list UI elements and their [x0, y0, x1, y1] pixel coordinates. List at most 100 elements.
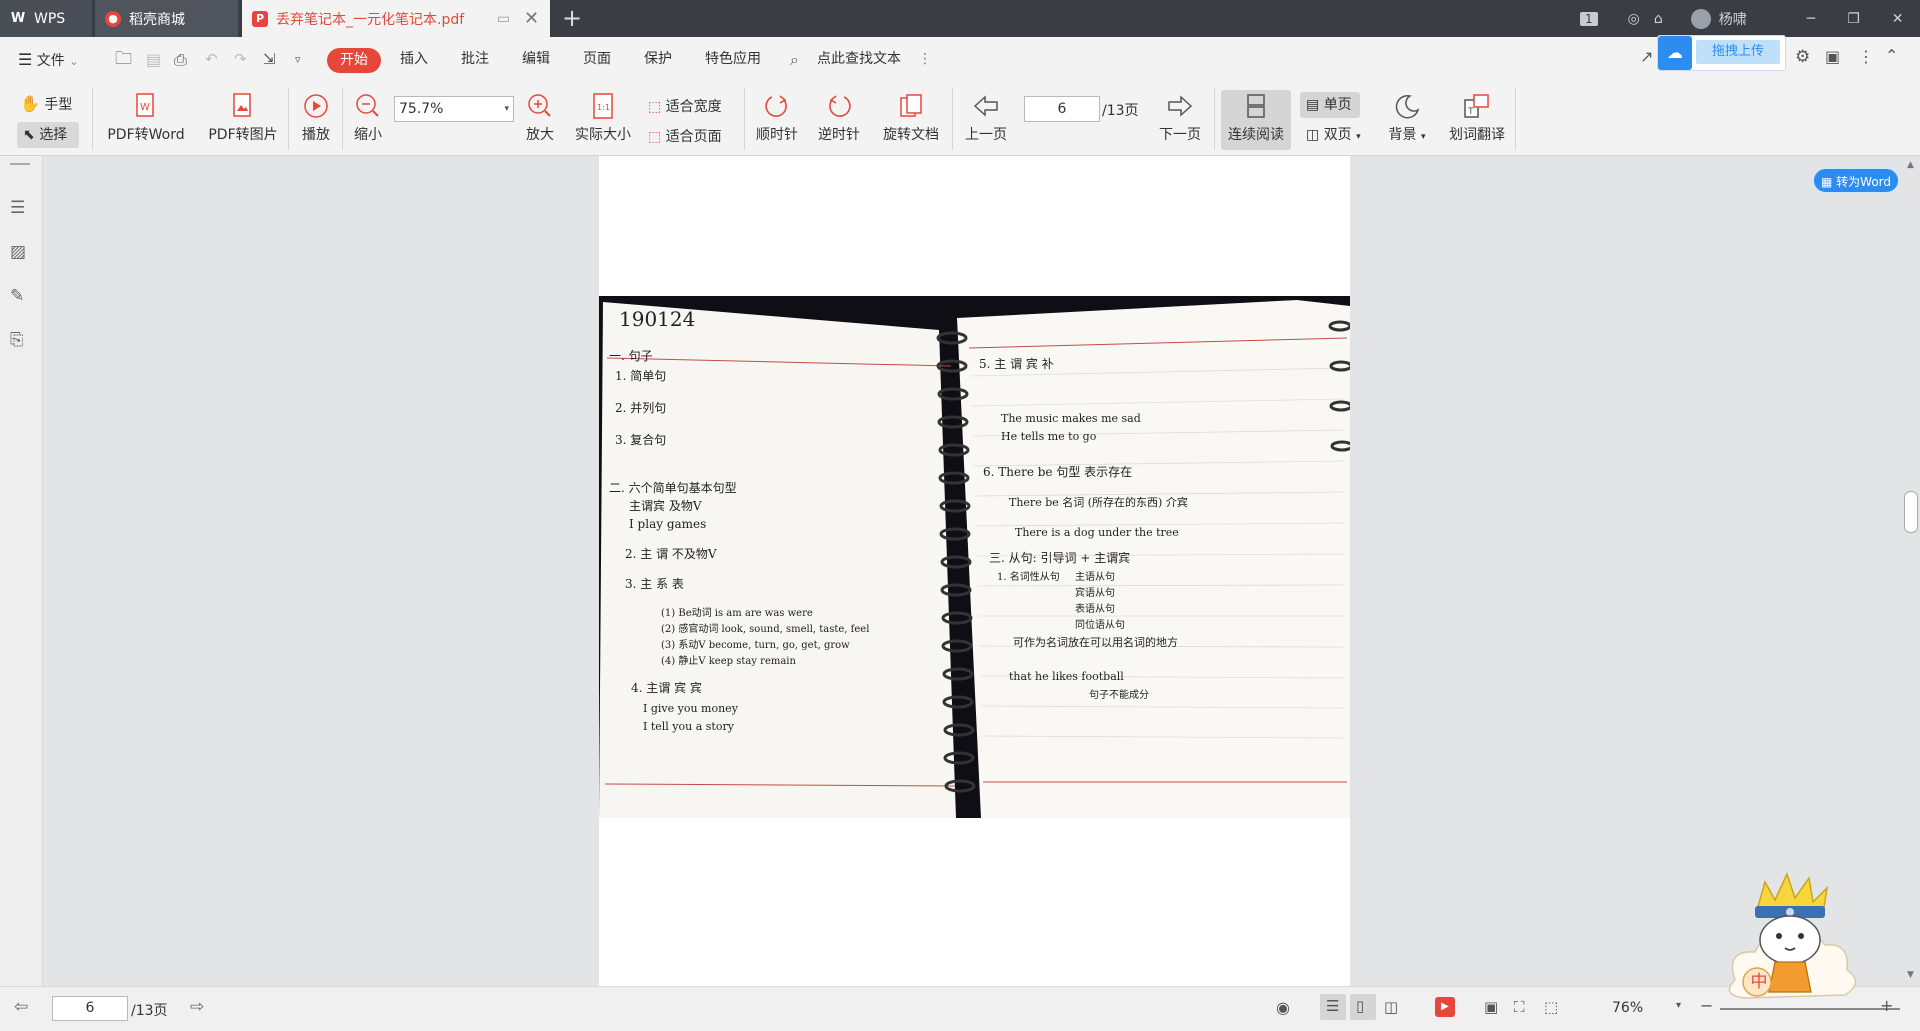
user-name[interactable]: 杨啸 — [1719, 9, 1747, 29]
actual-size-button[interactable]: 1:1 实际大小 — [568, 92, 638, 144]
rotate-document-icon — [900, 94, 922, 117]
status-page-input[interactable]: 6 — [52, 996, 128, 1021]
play-presentation-icon[interactable]: ▶ — [1435, 997, 1455, 1017]
zoom-plus-icon[interactable]: + — [1880, 996, 1893, 1015]
scroll-up-arrow-icon[interactable]: ▲ — [1907, 160, 1914, 170]
annotation-icon[interactable]: ✎ — [10, 286, 24, 306]
select-tool-button[interactable]: ⬉ 选择 — [17, 122, 79, 148]
status-zoom-value[interactable]: 76% — [1612, 1000, 1643, 1016]
note-line: (3) 系动V become, turn, go, get, grow — [661, 639, 850, 651]
hamburger-icon: ☰ — [18, 50, 33, 69]
save-icon[interactable]: ▤ — [146, 37, 161, 82]
undo-icon[interactable]: ↶ — [205, 37, 218, 82]
rotate-document-button[interactable]: 旋转文档 — [876, 92, 946, 144]
status-single-page-button[interactable]: ▯ — [1350, 994, 1376, 1020]
maximize-icon[interactable]: ❐ — [1847, 11, 1860, 27]
close-window-icon[interactable]: ✕ — [1892, 11, 1904, 27]
tab-document[interactable]: P 丢弃笔记本_一元化笔记本.pdf ▭ ✕ — [242, 0, 550, 37]
fit-page-icon[interactable]: ⛶ — [1514, 998, 1525, 1016]
zoom-select[interactable]: 75.7% ▾ — [394, 96, 514, 122]
print-icon[interactable]: ⎙ — [174, 37, 187, 82]
continuous-reading-button[interactable]: 连续阅读 — [1221, 90, 1291, 150]
menu-special[interactable]: 特色应用 — [705, 37, 761, 82]
previous-page-button[interactable]: 上一页 — [958, 92, 1014, 144]
previous-page-arrow-icon[interactable]: ⇦ — [14, 997, 28, 1017]
tab-store[interactable]: ● 稻壳商城 — [95, 0, 238, 37]
window-count-badge[interactable]: 1 — [1580, 11, 1598, 26]
vertical-scrollbar-thumb[interactable] — [1904, 491, 1918, 533]
share-icon[interactable]: ↗ — [1640, 47, 1653, 66]
tab-document-label: 丢弃笔记本_一元化笔记本.pdf — [276, 11, 465, 28]
single-page-button[interactable]: ▤ 单页 — [1300, 92, 1360, 118]
rotate-document-label: 旋转文档 — [883, 127, 939, 143]
word-translate-button[interactable]: T 划词翻译 — [1442, 92, 1512, 144]
double-page-button[interactable]: ◫ 双页 ▾ — [1300, 124, 1370, 144]
note-line: I tell you a story — [643, 720, 735, 733]
hand-tool-button[interactable]: ✋ 手型 — [20, 94, 80, 114]
zoom-in-button[interactable]: 放大 — [520, 92, 560, 144]
note-line: 5. 主 谓 宾 补 — [979, 356, 1054, 371]
pdf-to-word-button[interactable]: W PDF转Word — [101, 92, 191, 144]
open-folder-icon[interactable]: 🗀 — [115, 37, 132, 82]
search-text[interactable]: 点此查找文本 — [817, 37, 901, 82]
redo-icon[interactable]: ↷ — [234, 37, 247, 82]
mascot-ime-widget[interactable]: 中 — [1715, 870, 1875, 1010]
background-button[interactable]: 背景 ▾ — [1380, 92, 1434, 144]
settings-gear-icon[interactable]: ⚙ — [1795, 47, 1810, 67]
note-line: There is a dog under the tree — [1015, 526, 1179, 539]
zoom-out-label: 缩小 — [354, 127, 382, 143]
fit-page-button[interactable]: ⬚ 适合页面 — [648, 126, 738, 146]
menu-page[interactable]: 页面 — [583, 37, 611, 82]
export-icon[interactable]: ⇲ — [263, 37, 276, 82]
signature-icon[interactable]: ⎘ — [10, 330, 24, 350]
thumbnail-icon[interactable]: ▨ — [10, 242, 26, 262]
zoom-minus-icon[interactable]: − — [1700, 996, 1713, 1015]
note-line: 三. 从句: 引导词 + 主谓宾 — [989, 550, 1130, 565]
rotate-clockwise-button[interactable]: 顺时针 — [752, 92, 802, 144]
tab-wps[interactable]: W WPS — [0, 0, 92, 37]
pdf-to-image-button[interactable]: PDF转图片 — [200, 92, 286, 144]
next-page-arrow-icon[interactable]: ⇨ — [190, 997, 204, 1017]
avatar[interactable] — [1690, 8, 1711, 29]
ime-mode-indicator[interactable]: 中 — [1747, 970, 1771, 994]
close-tab-icon[interactable]: ✕ — [524, 8, 539, 29]
convert-to-word-floating-button[interactable]: ▦ 转为Word — [1812, 167, 1900, 194]
page-number-input[interactable]: 6 — [1024, 96, 1100, 122]
quick-access-dropdown-icon[interactable]: ▿ — [295, 37, 301, 82]
play-button[interactable]: 播放 — [294, 92, 338, 144]
note-line: 3. 复合句 — [615, 432, 666, 447]
scroll-down-arrow-icon[interactable]: ▼ — [1907, 970, 1914, 980]
skin-icon[interactable]: ◎ — [1628, 11, 1640, 27]
fit-width-icon[interactable]: ⬚ — [1544, 998, 1558, 1016]
next-page-button[interactable]: 下一页 — [1152, 92, 1208, 144]
outline-icon[interactable]: ☰ — [10, 198, 25, 218]
upload-panel[interactable]: ☁ 拖拽上传 — [1657, 35, 1786, 71]
more-icon[interactable]: ⋮ — [918, 37, 932, 82]
zoom-out-button[interactable]: 缩小 — [348, 92, 388, 144]
menu-file[interactable]: ☰ 文件 ⌄ — [18, 37, 78, 82]
more-vertical-icon[interactable]: ⋮ — [1858, 47, 1874, 66]
comment-icon[interactable]: ▣ — [1825, 47, 1840, 66]
minimize-icon[interactable]: ─ — [1807, 11, 1815, 27]
menu-insert[interactable]: 插入 — [400, 37, 428, 82]
collapse-ribbon-icon[interactable]: ⌃ — [1885, 46, 1898, 65]
status-continuous-button[interactable]: ☰ — [1320, 994, 1346, 1020]
svg-text:1:1: 1:1 — [597, 103, 610, 112]
rotate-clockwise-label: 顺时针 — [756, 127, 798, 143]
convert-to-word-label: 转为Word — [1836, 175, 1892, 189]
menu-annotate[interactable]: 批注 — [461, 37, 489, 82]
cursor-icon: ⬉ — [23, 127, 35, 143]
fit-width-button[interactable]: ⬚ 适合宽度 — [648, 96, 738, 116]
menu-edit[interactable]: 编辑 — [522, 37, 550, 82]
shirt-icon[interactable]: ⌂ — [1654, 11, 1663, 27]
menu-protect[interactable]: 保护 — [644, 37, 672, 82]
notebook-photo: 190124 一. 句子 1. 简单句 2. 并列句 3. 复合句 二. 六个简… — [599, 296, 1350, 818]
new-tab-icon[interactable]: + — [562, 0, 582, 37]
menu-start[interactable]: 开始 — [327, 48, 381, 73]
rotate-counterclockwise-button[interactable]: 逆时针 — [814, 92, 864, 144]
zoom-dropdown-icon[interactable]: ▾ — [1676, 1000, 1681, 1011]
pin-window-icon[interactable]: ▭ — [497, 11, 510, 27]
actual-size-icon[interactable]: ▣ — [1484, 998, 1498, 1016]
eye-protection-icon[interactable]: ◉ — [1276, 998, 1290, 1017]
double-page-icon[interactable]: ◫ — [1384, 998, 1398, 1016]
